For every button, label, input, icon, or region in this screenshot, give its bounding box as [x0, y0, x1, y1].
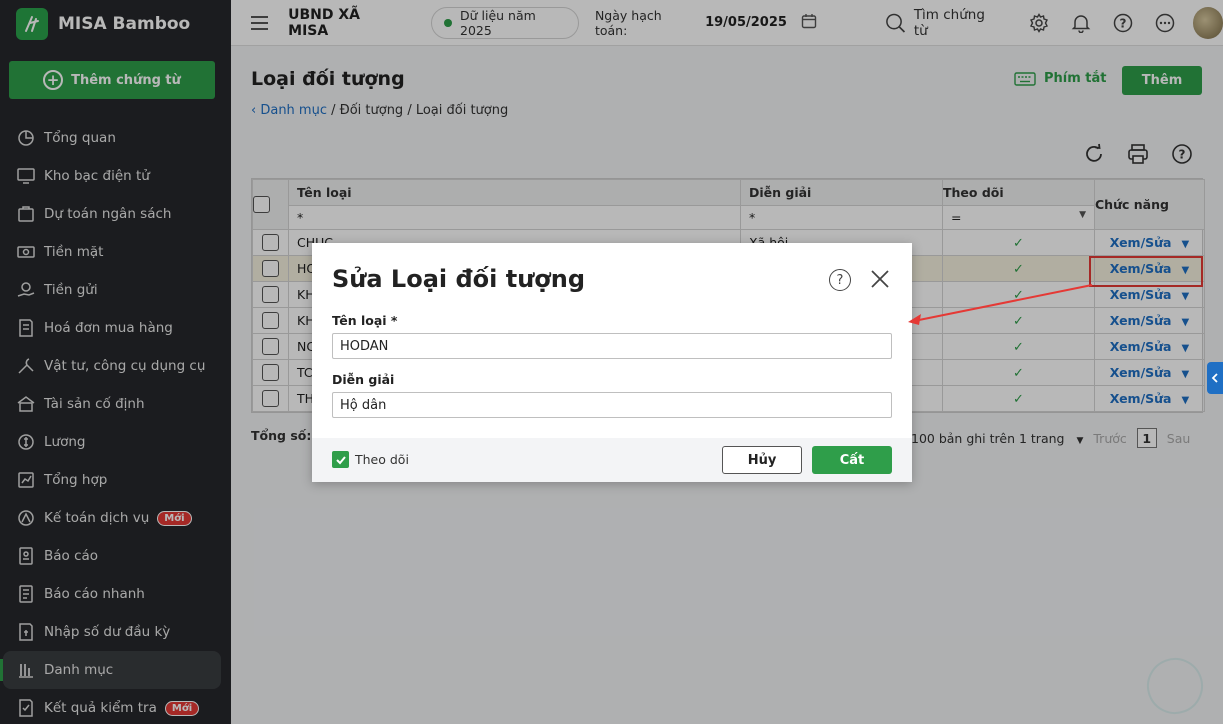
name-field-label: Tên loại * — [332, 313, 398, 328]
chevron-left-icon — [1211, 373, 1218, 383]
close-icon[interactable] — [870, 269, 890, 289]
dialog-title: Sửa Loại đối tượng — [332, 265, 586, 293]
edit-object-type-dialog: Sửa Loại đối tượng ? Tên loại * Diễn giả… — [312, 243, 912, 482]
desc-field-label: Diễn giải — [332, 372, 395, 387]
side-panel-toggle[interactable] — [1207, 362, 1223, 394]
check-icon — [335, 455, 346, 464]
dialog-help-icon[interactable]: ? — [829, 269, 851, 291]
save-button[interactable]: Cất — [812, 446, 892, 474]
dialog-footer: Theo dõi Hủy Cất — [312, 438, 912, 482]
follow-checkbox[interactable] — [332, 451, 349, 468]
cancel-button[interactable]: Hủy — [722, 446, 802, 474]
desc-input[interactable] — [332, 392, 892, 418]
name-input[interactable] — [332, 333, 892, 359]
follow-label: Theo dõi — [355, 452, 409, 467]
